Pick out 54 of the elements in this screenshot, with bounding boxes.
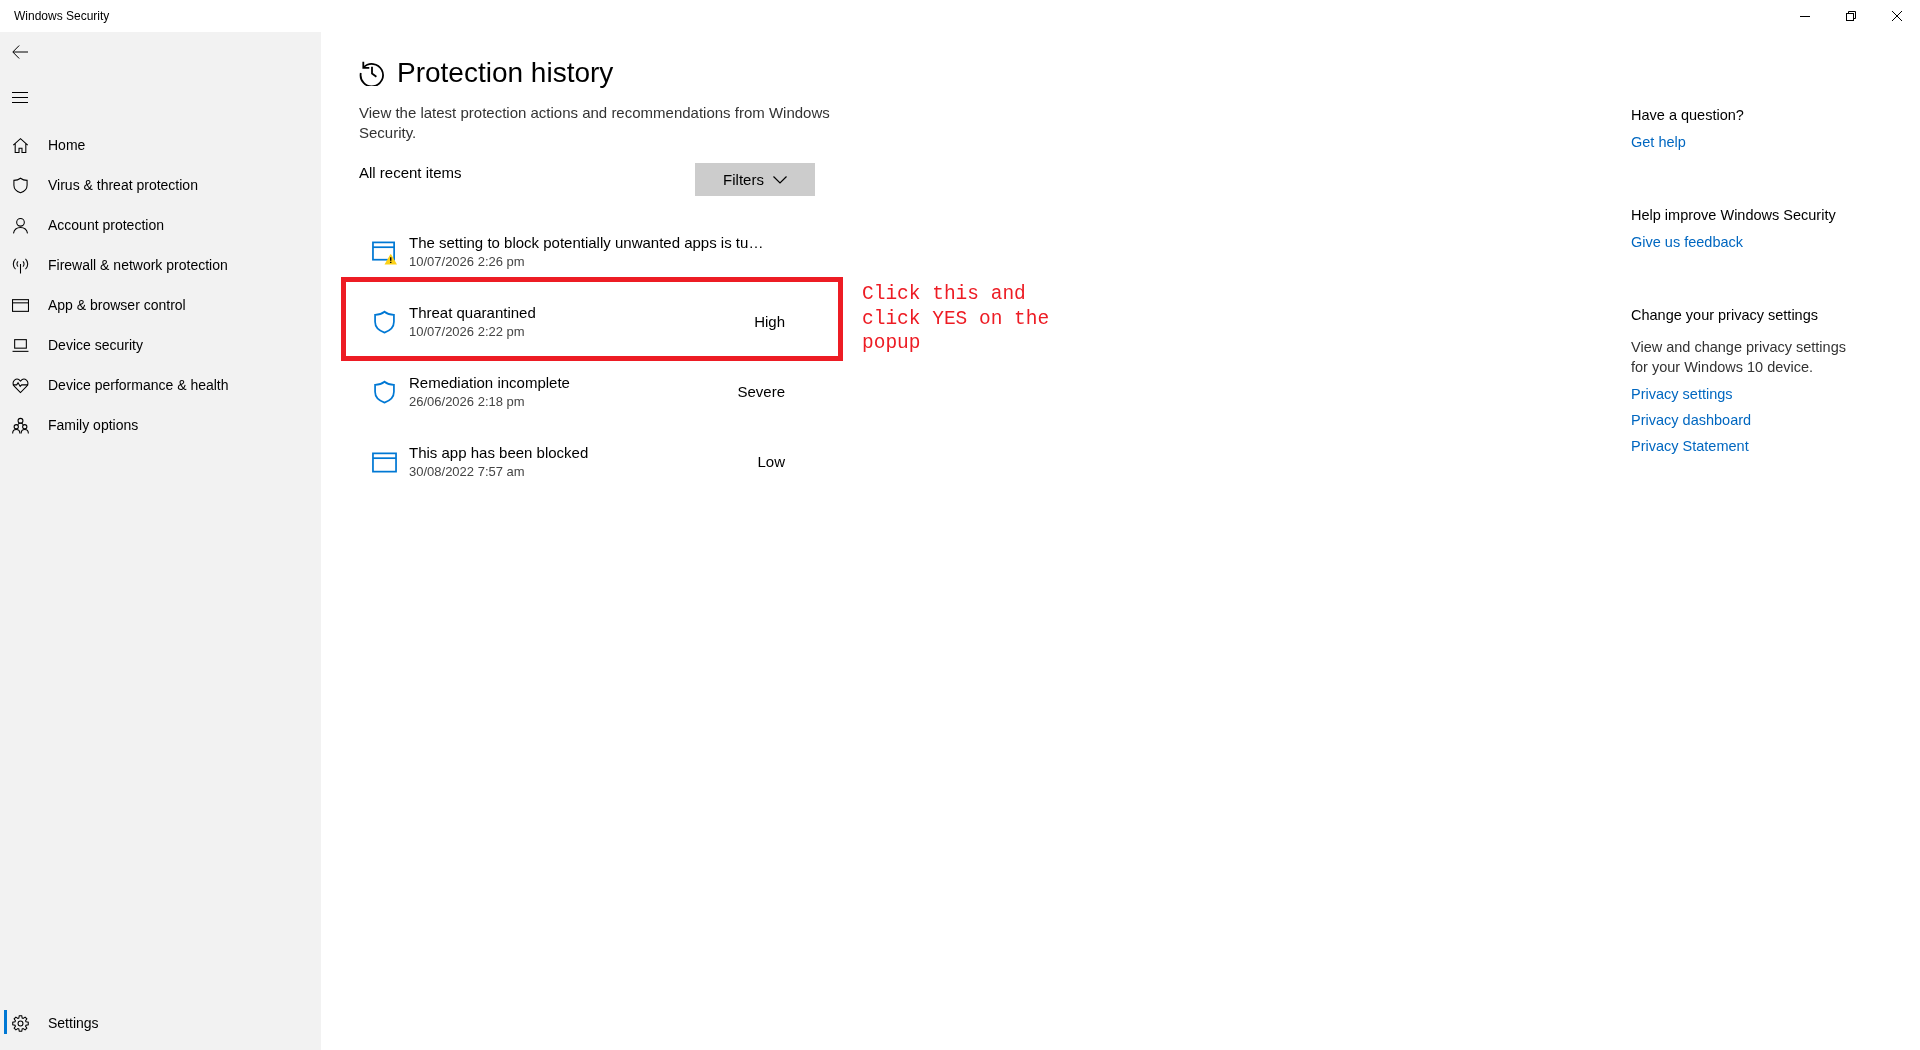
list-label: All recent items bbox=[359, 163, 462, 183]
annotation-text: Click this and click YES on the popup bbox=[862, 282, 1051, 356]
item-date: 10/07/2026 2:26 pm bbox=[409, 253, 525, 271]
help-link[interactable]: Privacy dashboard bbox=[1631, 410, 1752, 430]
heart-pulse-icon bbox=[12, 376, 29, 394]
sidebar-item[interactable]: Firewall & network protection bbox=[0, 245, 321, 285]
antenna-icon bbox=[12, 256, 29, 274]
laptop-icon bbox=[12, 336, 29, 354]
severity-label: High bbox=[754, 312, 785, 332]
minimize-icon bbox=[1800, 15, 1810, 17]
settings-icon bbox=[12, 1014, 29, 1032]
clock-arrow-icon bbox=[359, 60, 385, 86]
browser-window-icon bbox=[12, 296, 29, 314]
shield-icon bbox=[372, 309, 397, 335]
sidebar-item[interactable]: Family options bbox=[0, 405, 321, 445]
sidebar-item[interactable]: Home bbox=[0, 125, 321, 165]
window-warning-icon bbox=[372, 239, 397, 265]
sidebar-item[interactable]: Device security bbox=[0, 325, 321, 365]
sidebar-item[interactable]: Settings bbox=[0, 1003, 321, 1043]
arrow-left-icon bbox=[12, 45, 28, 59]
item-title[interactable]: Threat quarantined bbox=[409, 303, 536, 323]
help-link[interactable]: Get help bbox=[1631, 132, 1686, 152]
help-link[interactable]: Give us feedback bbox=[1631, 232, 1744, 252]
sidebar-item[interactable]: Device performance & health bbox=[0, 365, 321, 405]
item-title[interactable]: This app has been blocked bbox=[409, 443, 589, 463]
close-icon bbox=[1892, 11, 1902, 21]
chevron-down-icon bbox=[772, 175, 787, 184]
help-link[interactable]: Privacy settings bbox=[1631, 384, 1733, 404]
restore-icon bbox=[1846, 11, 1856, 21]
severity-label: Low bbox=[757, 452, 785, 472]
item-date: 26/06/2026 2:18 pm bbox=[409, 393, 525, 411]
shield-icon bbox=[12, 176, 29, 194]
item-title[interactable]: Remediation incomplete bbox=[409, 373, 570, 393]
section-description: View and change privacy settings for your Windows 10 device. bbox=[1631, 338, 1847, 377]
sidebar-item[interactable]: App & browser control bbox=[0, 285, 321, 325]
people-icon bbox=[12, 416, 29, 434]
window-title: Windows Security bbox=[13, 9, 111, 23]
item-title[interactable]: The setting to block potentially unwanted apps is tu… bbox=[409, 233, 764, 253]
shield-icon bbox=[372, 379, 397, 405]
home-icon bbox=[12, 136, 29, 154]
filters-button[interactable]: Filters bbox=[695, 163, 815, 196]
section-heading: Change your privacy settings bbox=[1631, 306, 1818, 325]
menu-icon bbox=[12, 91, 28, 103]
severity-label: Severe bbox=[737, 382, 785, 402]
item-date: 10/07/2026 2:22 pm bbox=[409, 323, 525, 341]
page-title: Protection history bbox=[397, 56, 614, 90]
help-link[interactable]: Privacy Statement bbox=[1631, 436, 1749, 456]
section-heading: Have a question? bbox=[1631, 106, 1744, 125]
item-date: 30/08/2022 7:57 am bbox=[409, 463, 525, 481]
sidebar-item[interactable]: Virus & threat protection bbox=[0, 165, 321, 205]
person-icon bbox=[12, 216, 29, 234]
page-description: View the latest protection actions and recommendations from Windows Security. bbox=[359, 103, 831, 143]
section-heading: Help improve Windows Security bbox=[1631, 206, 1836, 225]
sidebar-item[interactable]: Account protection bbox=[0, 205, 321, 245]
